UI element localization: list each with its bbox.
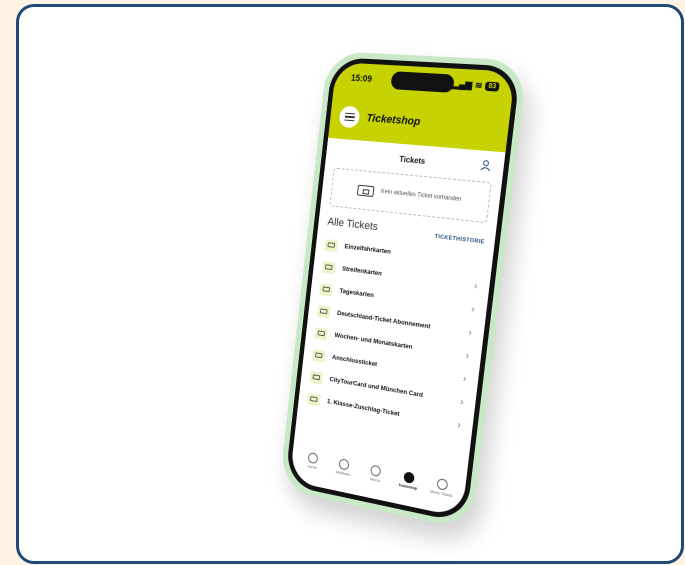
ticket-category-list: Einzelfahrkarten Streifenkarten › Tagesk… (306, 233, 483, 437)
list-item-label: 1. Klasse-Zuschlag-Ticket (326, 398, 400, 419)
tab-ticketshop[interactable]: Ticketshop (392, 468, 426, 491)
ticket-icon (312, 348, 326, 363)
signal-icon: ▂▄▆ (451, 78, 473, 90)
battery-icon: 83 (484, 81, 500, 92)
chevron-right-icon: › (459, 396, 465, 409)
tab-suche[interactable]: Suche (297, 449, 329, 471)
ticket-icon (321, 260, 336, 274)
chevron-right-icon: › (465, 350, 470, 362)
ticketshop-icon (403, 470, 415, 484)
tab-mvgo[interactable]: MVGo (359, 462, 392, 485)
all-tickets-title: Alle Tickets (326, 215, 379, 234)
chevron-right-icon: › (462, 373, 467, 385)
status-icons: ▂▄▆ ≋ 83 (452, 78, 500, 92)
tab-label: Abfahrten (335, 469, 351, 477)
ticket-icon (324, 238, 339, 252)
compass-icon (370, 464, 382, 477)
ticket-icon (307, 392, 321, 406)
list-item-label: Anschlussticket (331, 354, 378, 369)
app-title: Ticketshop (365, 112, 421, 129)
phone-case: 15:09 ▂▄▆ ≋ 83 Ticketshop Tickets Kein a… (278, 50, 528, 531)
app-bar: Ticketshop (338, 105, 421, 134)
wifi-icon: ≋ (474, 79, 484, 91)
phone-bezel: 15:09 ▂▄▆ ≋ 83 Ticketshop Tickets Kein a… (284, 57, 521, 524)
list-item-label: Tageskarten (339, 287, 375, 300)
hamburger-menu-icon[interactable] (338, 105, 361, 129)
ticket-history-link[interactable]: TICKETHISTORIE (434, 234, 485, 246)
main-content: Tickets Kein aktuelles Ticket vorhanden (298, 138, 506, 440)
clock-icon (338, 457, 350, 471)
tab-meine-tickets[interactable]: Meine Tickets (425, 475, 460, 499)
bottom-tab-bar: Suche Abfahrten MVGo Ticketshop Meine Ti… (290, 438, 467, 512)
tickets-title: Tickets (398, 154, 426, 166)
phone-mockup: 15:09 ▂▄▆ ≋ 83 Ticketshop Tickets Kein a… (278, 50, 528, 531)
frame-card: 15:09 ▂▄▆ ≋ 83 Ticketshop Tickets Kein a… (16, 4, 684, 564)
tab-abfahrten[interactable]: Abfahrten (328, 456, 360, 479)
tab-label: Ticketshop (398, 482, 418, 491)
phone-screen: 15:09 ▂▄▆ ≋ 83 Ticketshop Tickets Kein a… (289, 62, 516, 518)
chevron-right-icon: › (456, 419, 462, 432)
chevron-right-icon: › (473, 280, 479, 293)
empty-ticket-text: Kein aktuelles Ticket vorhanden (380, 188, 462, 203)
tab-label: MVGo (369, 476, 381, 483)
ticket-icon (309, 370, 324, 385)
tab-label: Suche (307, 463, 318, 470)
ticket-icon (319, 282, 334, 296)
chevron-right-icon: › (470, 303, 476, 316)
chevron-right-icon: › (467, 327, 473, 339)
list-item-label: Einzelfahrkarten (344, 243, 392, 256)
ticket-icon (316, 304, 331, 318)
user-icon[interactable] (479, 159, 492, 172)
list-item-label: Streifenkarten (341, 265, 383, 278)
status-time: 15:09 (350, 72, 373, 84)
current-ticket-empty: Kein aktuelles Ticket vorhanden (329, 167, 492, 224)
wallet-icon (436, 477, 449, 491)
dynamic-island (390, 71, 455, 93)
tab-label: Meine Tickets (429, 488, 453, 498)
ticket-icon (356, 184, 375, 197)
ticket-icon (314, 326, 329, 341)
header-bar: 15:09 ▂▄▆ ≋ 83 Ticketshop (328, 62, 516, 153)
search-icon (307, 451, 319, 464)
